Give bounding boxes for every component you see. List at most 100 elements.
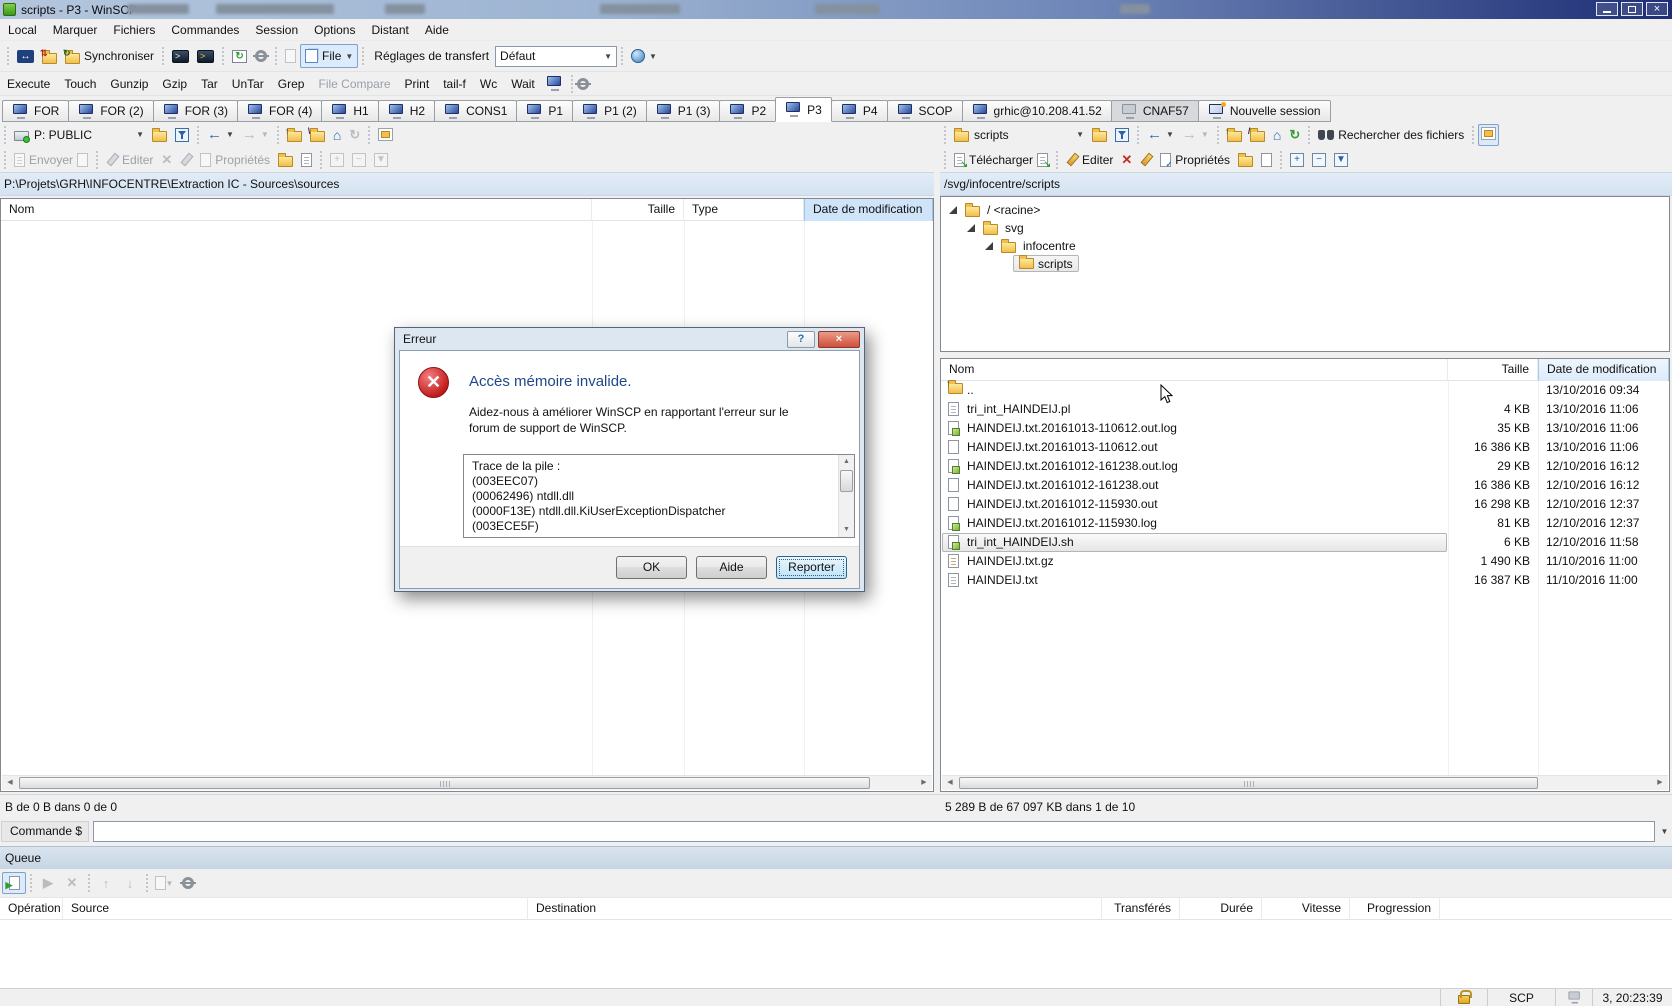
tab-for-2[interactable]: FOR (2) — [68, 100, 153, 122]
scroll-right-arrow-icon[interactable]: ▶ — [1652, 776, 1668, 790]
tab-p2[interactable]: P2 — [719, 100, 776, 122]
scroll-down-arrow-icon[interactable]: ▼ — [839, 523, 854, 537]
right-horizontal-scrollbar[interactable]: ◀ ▶ — [942, 775, 1668, 790]
left-header-date[interactable]: Date de modification — [804, 199, 933, 221]
command-wc[interactable]: Wc — [473, 72, 504, 96]
open-console-button[interactable]: > — [168, 44, 193, 68]
left-home-button[interactable]: ⌂ — [329, 123, 345, 147]
scrollbar-thumb[interactable] — [959, 777, 1538, 789]
command-gunzip[interactable]: Gunzip — [103, 72, 155, 96]
right-home-button[interactable]: ⌂ — [1269, 123, 1285, 147]
right-edit-button[interactable]: Editer — [1062, 148, 1117, 172]
tab-cnaf57[interactable]: CNAF57 — [1111, 100, 1199, 122]
left-horizontal-scrollbar[interactable]: ◀ ▶ — [2, 775, 932, 790]
right-rename-button[interactable] — [1136, 148, 1156, 172]
queue-preferences-button[interactable] — [176, 872, 200, 894]
tab-for[interactable]: FOR — [2, 100, 69, 122]
upload-session-button[interactable]: ⇅ — [38, 44, 61, 68]
tab-cons1[interactable]: CONS1 — [434, 100, 517, 122]
right-invert-selection-button[interactable]: ▼ — [1330, 148, 1352, 172]
dialog-help-icon[interactable]: ? — [787, 331, 815, 348]
left-new-folder-button[interactable] — [274, 148, 297, 172]
left-header-type[interactable]: Type — [684, 199, 804, 221]
ok-button[interactable]: OK — [616, 556, 687, 579]
tab-scop[interactable]: SCOP — [887, 100, 963, 122]
file-row[interactable]: HAINDEIJ.txt 16 387 KB 11/10/2016 11:00 — [941, 571, 1669, 590]
transfer-preset-combobox[interactable]: Défaut ▼ — [495, 46, 617, 67]
maximize-button[interactable] — [1621, 2, 1643, 16]
custom-command-monitor-icon[interactable] — [546, 76, 563, 91]
chevron-down-icon[interactable]: ▼ — [1657, 827, 1672, 836]
command-tail-f[interactable]: tail-f — [436, 72, 473, 96]
command-untar[interactable]: UnTar — [225, 72, 271, 96]
command-execute[interactable]: Execute — [0, 72, 57, 96]
scrollbar-thumb[interactable] — [19, 777, 870, 789]
menu-local[interactable]: Local — [0, 19, 45, 41]
download-button[interactable]: ↘ Télécharger ↘ — [950, 148, 1052, 172]
transfer-options-button[interactable]: ▼ — [627, 44, 661, 68]
file-row-selected[interactable]: tri_int_HAINDEIJ.sh 6 KB 12/10/2016 11:5… — [941, 533, 1669, 552]
dialog-close-icon[interactable]: × — [818, 331, 860, 348]
right-delete-button[interactable]: ✕ — [1117, 148, 1136, 172]
right-new-file-button[interactable] — [1257, 148, 1276, 172]
menu-options[interactable]: Options — [306, 19, 363, 41]
file-row[interactable]: HAINDEIJ.txt.20161013-110612.out.log 35 … — [941, 419, 1669, 438]
scroll-left-arrow-icon[interactable]: ◀ — [2, 776, 18, 790]
right-path-bar[interactable]: /svg/infocentre/scripts — [940, 172, 1672, 196]
queue-header-speed[interactable]: Vitesse — [1262, 898, 1350, 920]
command-grep[interactable]: Grep — [271, 72, 312, 96]
right-properties-button[interactable]: ✓ Propriétés — [1156, 148, 1234, 172]
menu-commandes[interactable]: Commandes — [163, 19, 247, 41]
right-header-date[interactable]: Date de modification — [1538, 359, 1669, 381]
menu-marquer[interactable]: Marquer — [45, 19, 106, 41]
menu-session[interactable]: Session — [247, 19, 306, 41]
menu-distant[interactable]: Distant — [363, 19, 416, 41]
left-root-directory-button[interactable]: \ — [306, 123, 329, 147]
preferences-button[interactable] — [251, 44, 271, 68]
file-row[interactable]: HAINDEIJ.txt.gz 1 490 KB 11/10/2016 11:0… — [941, 552, 1669, 571]
queue-header-progress[interactable]: Progression — [1350, 898, 1440, 920]
left-back-button[interactable]: ←▼ — [203, 123, 238, 147]
left-drive-combobox[interactable]: P: PUBLIC ▼ — [10, 124, 148, 146]
queue-show-toggle[interactable]: ▶ — [2, 872, 26, 894]
right-unselect-button[interactable]: − — [1308, 148, 1330, 172]
left-header-taille[interactable]: Taille — [592, 199, 684, 221]
file-row[interactable]: HAINDEIJ.txt.20161012-161238.out 16 386 … — [941, 476, 1669, 495]
file-row[interactable]: HAINDEIJ.txt.20161012-115930.log 81 KB 1… — [941, 514, 1669, 533]
file-row[interactable]: tri_int_HAINDEIJ.pl 4 KB 13/10/2016 11:0… — [941, 400, 1669, 419]
expanded-triangle-icon[interactable] — [985, 242, 993, 250]
scrollbar-thumb[interactable] — [840, 470, 853, 492]
command-gzip[interactable]: Gzip — [155, 72, 194, 96]
find-files-button[interactable]: Rechercher des fichiers — [1314, 123, 1468, 147]
trace-vertical-scrollbar[interactable]: ▲ ▼ — [838, 455, 854, 537]
close-button[interactable]: × — [1646, 2, 1668, 16]
file-panel-toggle[interactable]: File ▼ — [300, 44, 358, 68]
scroll-up-arrow-icon[interactable]: ▲ — [839, 455, 854, 469]
file-row[interactable]: HAINDEIJ.txt.20161012-161238.out.log 29 … — [941, 457, 1669, 476]
command-wait[interactable]: Wait — [504, 72, 542, 96]
right-tree-toggle-button[interactable] — [1478, 124, 1499, 146]
customize-commands-gear-icon[interactable] — [577, 78, 589, 90]
right-back-button[interactable]: ←▼ — [1143, 123, 1178, 147]
tab-h2[interactable]: H2 — [378, 100, 435, 122]
tree-item-infocentre[interactable]: infocentre — [941, 237, 1669, 255]
scroll-right-arrow-icon[interactable]: ▶ — [916, 776, 932, 790]
command-input[interactable] — [93, 821, 1655, 842]
help-button[interactable]: Aide — [696, 556, 767, 579]
right-header-nom[interactable]: Nom — [941, 359, 1448, 381]
queue-header-duration[interactable]: Durée — [1180, 898, 1262, 920]
right-refresh-button[interactable]: ↻ — [1285, 123, 1304, 147]
command-print[interactable]: Print — [398, 72, 437, 96]
tab-for-3[interactable]: FOR (3) — [153, 100, 238, 122]
refresh-session-button[interactable]: ↻ — [228, 44, 251, 68]
right-directory-combobox[interactable]: scripts ▼ — [950, 124, 1088, 146]
right-filter-button[interactable] — [1111, 123, 1133, 147]
queue-header-destination[interactable]: Destination — [528, 898, 1102, 920]
queue-header-source[interactable]: Source — [63, 898, 528, 920]
command-touch[interactable]: Touch — [57, 72, 103, 96]
tab-new-session[interactable]: Nouvelle session — [1198, 100, 1331, 122]
queue-header-transferred[interactable]: Transférés — [1102, 898, 1180, 920]
right-select-button[interactable]: + — [1286, 148, 1308, 172]
left-parent-directory-button[interactable]: ↑ — [283, 123, 306, 147]
right-new-folder-button[interactable] — [1234, 148, 1257, 172]
